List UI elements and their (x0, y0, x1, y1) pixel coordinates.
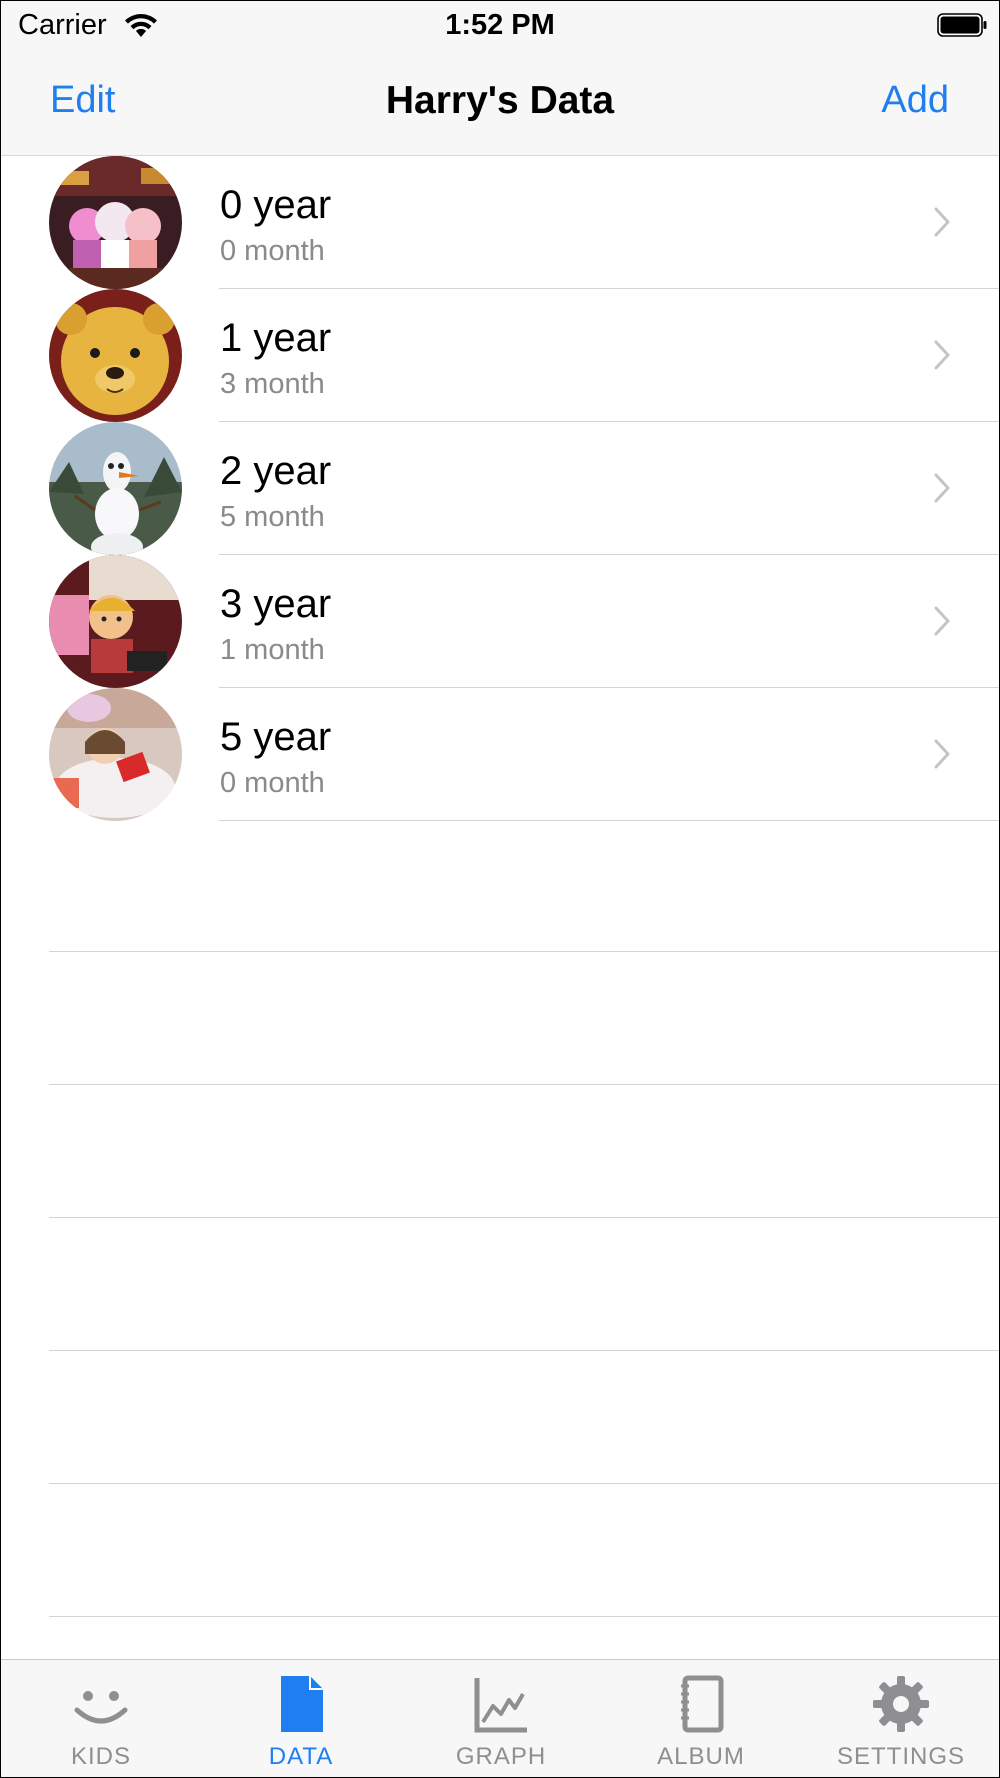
tab-label: ALBUM (657, 1743, 745, 1770)
avatar (49, 688, 182, 821)
page-title: Harry's Data (385, 79, 615, 122)
add-button[interactable]: Add (881, 79, 949, 122)
list-item[interactable]: 5 year 0 month (1, 688, 999, 821)
avatar (49, 422, 182, 555)
list-item[interactable]: 3 year 1 month (1, 555, 999, 688)
list-item[interactable]: 0 year 0 month (1, 156, 999, 289)
toy-figures-photo (49, 156, 182, 289)
tab-kids[interactable]: KIDS (1, 1660, 201, 1777)
avatar (49, 289, 182, 422)
snowman-photo (49, 422, 182, 555)
tab-data[interactable]: DATA (201, 1660, 401, 1777)
tab-album[interactable]: ALBUM (601, 1660, 801, 1777)
row-subtitle: 1 month (220, 634, 325, 666)
empty-row-divider (49, 1084, 999, 1085)
avatar (49, 555, 182, 688)
empty-row-divider (49, 1483, 999, 1484)
tab-settings[interactable]: SETTINGS (801, 1660, 999, 1777)
chevron-right-icon (934, 340, 950, 370)
chevron-right-icon (934, 606, 950, 636)
status-bar: Carrier 1:52 PM (1, 1, 999, 51)
row-subtitle: 0 month (220, 767, 325, 799)
row-title: 5 year (220, 715, 332, 759)
pooh-bear-photo (49, 289, 182, 422)
row-subtitle: 5 month (220, 501, 325, 533)
line-chart-icon (474, 1678, 527, 1733)
row-subtitle: 3 month (220, 368, 325, 400)
smiley-face-icon (74, 1691, 128, 1724)
tab-graph[interactable]: GRAPH (401, 1660, 601, 1777)
empty-row-divider (49, 951, 999, 952)
row-title: 3 year (220, 582, 332, 626)
row-title: 2 year (220, 449, 332, 493)
chevron-right-icon (934, 739, 950, 769)
tab-label: SETTINGS (836, 1743, 965, 1770)
status-time: 1:52 PM (445, 9, 555, 41)
row-subtitle: 0 month (220, 235, 325, 267)
app-screen: Carrier 1:52 PM Edit Harry's Data Add 0 … (0, 0, 1000, 1778)
empty-row-divider (49, 1616, 999, 1617)
empty-row-divider (49, 1217, 999, 1218)
row-divider (219, 820, 999, 821)
row-title: 0 year (220, 183, 332, 227)
doll-photo (49, 688, 182, 821)
data-list: 0 year 0 month 1 year 3 month 2 year 5 m… (1, 156, 999, 821)
document-icon (281, 1676, 323, 1732)
chevron-right-icon (934, 473, 950, 503)
notebook-icon (681, 1675, 724, 1733)
tab-bar: KIDS DATA GRAPH ALBUM SETTINGS (1, 1659, 999, 1777)
list-item[interactable]: 1 year 3 month (1, 289, 999, 422)
tab-label: KIDS (70, 1743, 131, 1770)
empty-row-divider (49, 1350, 999, 1351)
battery-icon (937, 13, 987, 37)
toy-boy-photo (49, 555, 182, 688)
avatar (49, 156, 182, 289)
tab-label: GRAPH (455, 1743, 547, 1770)
navigation-bar: Edit Harry's Data Add (1, 51, 999, 156)
row-title: 1 year (220, 316, 332, 360)
gear-icon (873, 1676, 929, 1732)
list-item[interactable]: 2 year 5 month (1, 422, 999, 555)
chevron-right-icon (934, 207, 950, 237)
tab-label: DATA (268, 1743, 334, 1770)
